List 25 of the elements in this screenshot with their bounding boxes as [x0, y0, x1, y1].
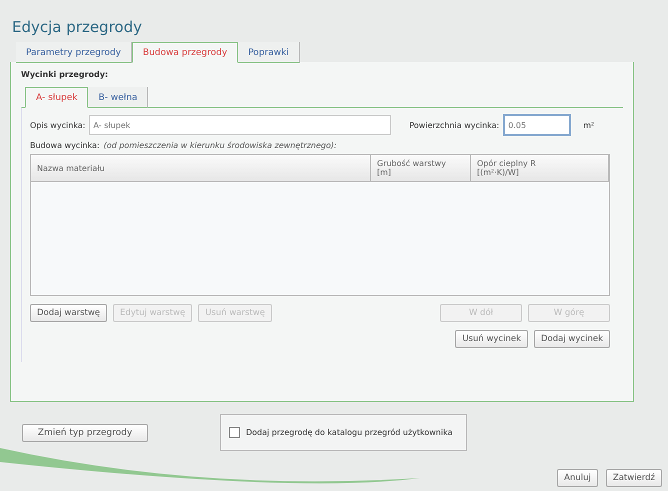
input-field[interactable]: 0.05 [503, 114, 572, 136]
tab[interactable]: Budowa przegrody [132, 42, 238, 63]
window-title: Edycja przegrody [12, 18, 143, 36]
button[interactable]: Usuń wycinek [455, 330, 528, 348]
field-label: Opis wycinka: [30, 120, 86, 130]
section-label: Wycinki przegrody: [21, 70, 110, 79]
column-header[interactable]: Opór cieplny R [(m²·K)/W] [471, 155, 609, 181]
button[interactable]: Dodaj warstwę [30, 304, 108, 322]
tab[interactable]: A- słupek [25, 87, 88, 108]
field-label: Budowa wycinka: [30, 141, 100, 150]
button[interactable]: Dodaj wycinek [534, 330, 610, 348]
checkbox-label: Dodaj przegrodę do katalogu przegród użytkownika [246, 428, 452, 437]
column-header[interactable]: Grubość warstwy [m] [371, 155, 471, 181]
tab[interactable]: Poprawki [238, 42, 300, 63]
button[interactable]: Zatwierdź [606, 469, 662, 487]
tab[interactable]: Parametry przegrody [16, 42, 132, 63]
input-field[interactable]: A- słupek [89, 115, 392, 135]
button[interactable]: Zmień typ przegrody [22, 424, 148, 442]
tab[interactable]: B- wełna [88, 87, 148, 108]
button[interactable]: Anuluj [557, 469, 598, 487]
column-header[interactable]: Nazwa materiału [31, 155, 371, 181]
note-text: (od pomieszczenia w kierunku środowiska zewnętrznego): [104, 141, 337, 150]
field-label: Powierzchnia wycinka: [409, 120, 500, 130]
checkbox[interactable] [229, 427, 240, 438]
unit-label: m² [583, 120, 594, 130]
